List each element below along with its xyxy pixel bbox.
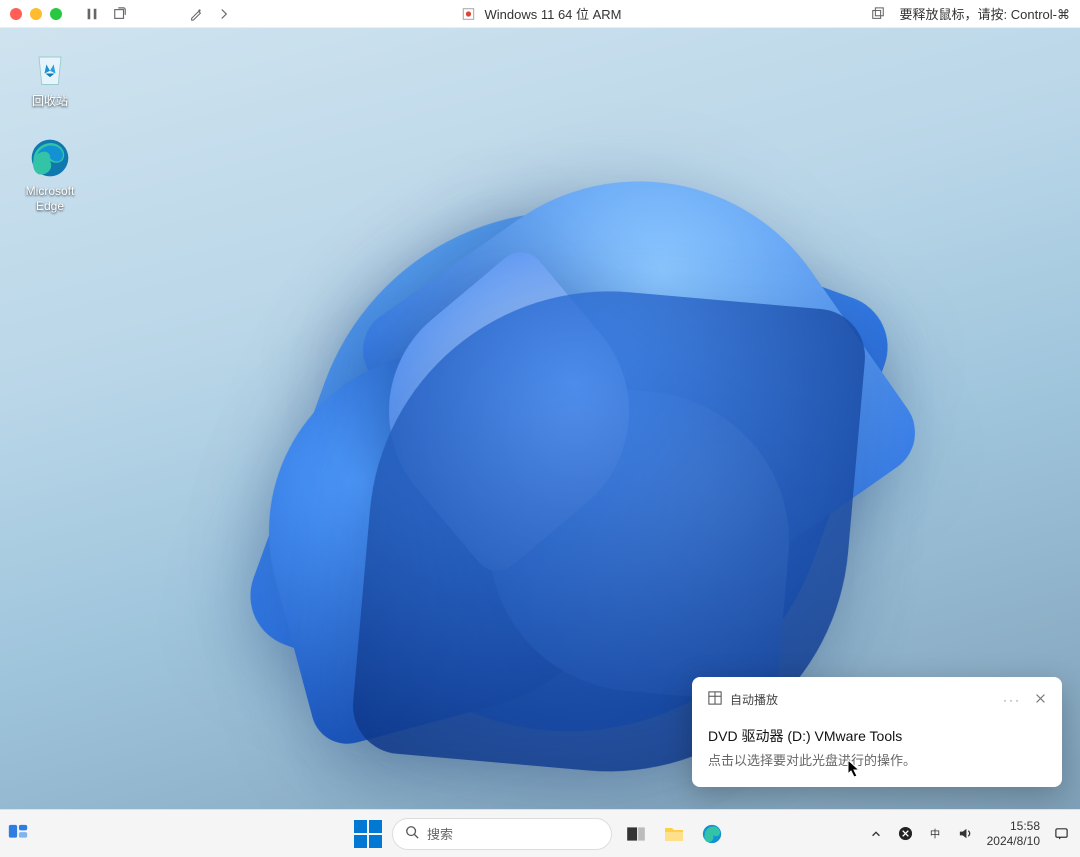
snapshot-icon[interactable]	[110, 4, 130, 24]
edge-icon	[28, 136, 72, 180]
vm-title-group: Windows 11 64 位 ARM	[458, 4, 621, 24]
release-mouse-hint: 要释放鼠标，请按: Control-⌘	[900, 4, 1070, 23]
recycle-bin-shortcut[interactable]: 回收站	[14, 46, 86, 108]
windows-desktop[interactable]: 回收站 Microsoft Edge 自动播放 ···	[0, 28, 1080, 809]
system-tray: 中 15:58 2024/8/10	[867, 819, 1070, 848]
window-mode-icon[interactable]	[868, 4, 888, 24]
search-placeholder: 搜索	[427, 824, 453, 843]
mouse-cursor-icon	[847, 759, 861, 779]
notification-app-name: 自动播放	[730, 691, 778, 708]
notification-more-icon[interactable]: ···	[1003, 693, 1021, 707]
taskbar-center: 搜索	[354, 818, 726, 850]
edge-shortcut[interactable]: Microsoft Edge	[14, 136, 86, 213]
start-button[interactable]	[354, 820, 382, 848]
ime-icon[interactable]: 中	[927, 825, 945, 843]
minimize-window-dot[interactable]	[30, 8, 42, 20]
autoplay-app-icon	[708, 691, 722, 708]
taskbar-search[interactable]: 搜索	[392, 818, 612, 850]
notification-title: DVD 驱动器 (D:) VMware Tools	[708, 726, 1046, 746]
recycle-bin-label: 回收站	[32, 94, 68, 108]
tray-status-icon[interactable]	[897, 825, 915, 843]
edge-label: Microsoft Edge	[26, 184, 75, 213]
notifications-icon[interactable]	[1052, 825, 1070, 843]
notification-body: 点击以选择要对此光盘进行的操作。	[708, 750, 1046, 769]
forward-icon[interactable]	[214, 4, 234, 24]
taskbar-clock[interactable]: 15:58 2024/8/10	[987, 819, 1040, 848]
task-view-button[interactable]	[622, 820, 650, 848]
volume-icon[interactable]	[957, 825, 975, 843]
clock-time: 15:58	[987, 819, 1040, 833]
vm-host-toolbar: Windows 11 64 位 ARM 要释放鼠标，请按: Control-⌘	[0, 0, 1080, 28]
close-window-dot[interactable]	[10, 8, 22, 20]
notification-header: 自动播放 ···	[708, 691, 1046, 708]
notification-close-icon[interactable]	[1035, 693, 1046, 707]
configure-icon[interactable]	[186, 4, 206, 24]
recycle-bin-icon	[28, 46, 72, 90]
windows-taskbar: 搜索 中 15:58 2024/8/10	[0, 809, 1080, 857]
widgets-button[interactable]	[4, 816, 32, 852]
vm-disc-icon	[458, 4, 478, 24]
desktop-icons: 回收站 Microsoft Edge	[14, 46, 86, 213]
search-icon	[405, 825, 419, 842]
window-traffic-lights	[10, 8, 62, 20]
file-explorer-button[interactable]	[660, 820, 688, 848]
autoplay-notification[interactable]: 自动播放 ··· DVD 驱动器 (D:) VMware Tools 点击以选择…	[692, 677, 1062, 787]
clock-date: 2024/8/10	[987, 834, 1040, 848]
pause-vm-icon[interactable]	[82, 4, 102, 24]
svg-text:中: 中	[930, 827, 940, 840]
edge-taskbar-button[interactable]	[698, 820, 726, 848]
vm-title: Windows 11 64 位 ARM	[484, 4, 621, 23]
zoom-window-dot[interactable]	[50, 8, 62, 20]
tray-overflow-icon[interactable]	[867, 825, 885, 843]
